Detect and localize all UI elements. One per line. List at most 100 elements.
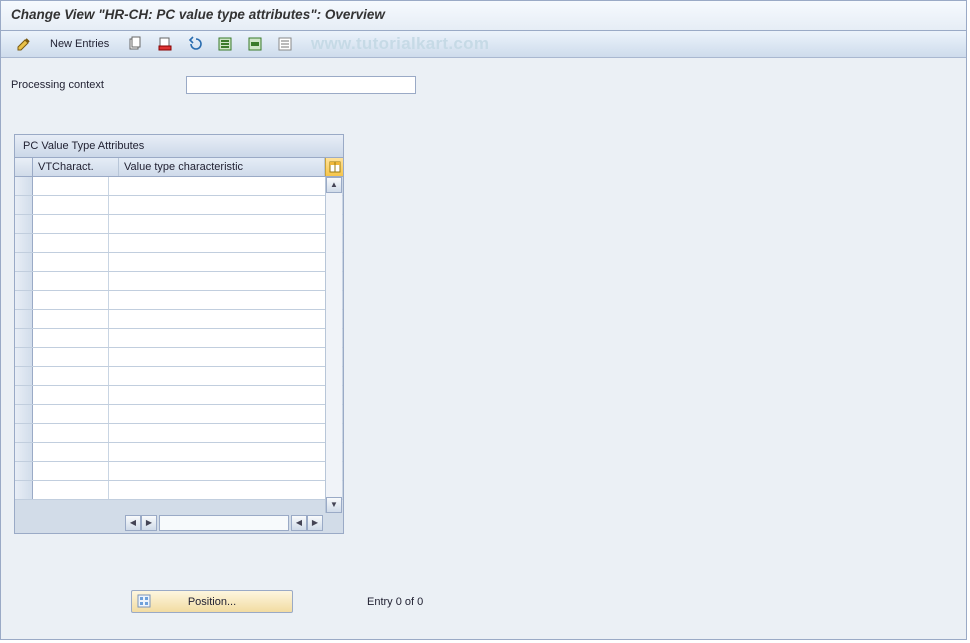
table-row — [15, 405, 343, 424]
vertical-scroll-track[interactable] — [326, 193, 342, 497]
cell-value-type-characteristic[interactable] — [109, 405, 343, 423]
deselect-all-icon[interactable] — [272, 33, 298, 55]
select-all-rows-handle[interactable] — [15, 158, 33, 176]
delete-icon[interactable] — [152, 33, 178, 55]
cell-vtcharact[interactable] — [33, 481, 109, 499]
row-selector[interactable] — [15, 253, 33, 271]
cell-vtcharact[interactable] — [33, 443, 109, 461]
cell-value-type-characteristic[interactable] — [109, 177, 343, 195]
cell-value-type-characteristic[interactable] — [109, 348, 343, 366]
cell-value-type-characteristic[interactable] — [109, 234, 343, 252]
position-label: Position... — [188, 596, 236, 608]
column-header-vtcharact[interactable]: VTCharact. — [33, 158, 119, 176]
processing-context-row: Processing context — [1, 60, 966, 94]
cell-vtcharact[interactable] — [33, 462, 109, 480]
row-selector[interactable] — [15, 367, 33, 385]
row-selector[interactable] — [15, 443, 33, 461]
column-header-label: VTCharact. — [38, 161, 94, 173]
cell-value-type-characteristic[interactable] — [109, 462, 343, 480]
row-selector[interactable] — [15, 462, 33, 480]
scroll-col-left-button[interactable]: ◀ — [125, 515, 141, 531]
cell-vtcharact[interactable] — [33, 177, 109, 195]
table-row — [15, 462, 343, 481]
cell-vtcharact[interactable] — [33, 272, 109, 290]
row-selector[interactable] — [15, 177, 33, 195]
row-selector[interactable] — [15, 291, 33, 309]
cell-vtcharact[interactable] — [33, 310, 109, 328]
scroll-page-left-button[interactable]: ◀ — [291, 515, 307, 531]
row-selector[interactable] — [15, 386, 33, 404]
table-row — [15, 424, 343, 443]
cell-vtcharact[interactable] — [33, 367, 109, 385]
column-header-row: VTCharact. Value type characteristic — [15, 158, 343, 177]
cell-vtcharact[interactable] — [33, 196, 109, 214]
select-all-icon[interactable] — [212, 33, 238, 55]
cell-vtcharact[interactable] — [33, 253, 109, 271]
table-row — [15, 234, 343, 253]
cell-value-type-characteristic[interactable] — [109, 310, 343, 328]
row-selector[interactable] — [15, 405, 33, 423]
row-selector[interactable] — [15, 196, 33, 214]
row-selector[interactable] — [15, 481, 33, 499]
pc-value-type-table: PC Value Type Attributes VTCharact. Valu… — [14, 134, 344, 534]
undo-icon[interactable] — [182, 33, 208, 55]
position-icon — [136, 593, 152, 609]
grid-body — [15, 177, 343, 513]
table-title: PC Value Type Attributes — [15, 135, 343, 158]
new-entries-button[interactable]: New Entries — [41, 33, 118, 55]
content-area: Processing context PC Value Type Attribu… — [1, 60, 966, 639]
cell-vtcharact[interactable] — [33, 215, 109, 233]
scroll-page-right-button[interactable]: ▶ — [307, 515, 323, 531]
column-header-label: Value type characteristic — [124, 161, 243, 173]
cell-value-type-characteristic[interactable] — [109, 329, 343, 347]
row-selector[interactable] — [15, 234, 33, 252]
page-title: Change View "HR-CH: PC value type attrib… — [11, 7, 385, 22]
row-selector[interactable] — [15, 310, 33, 328]
horizontal-scrollbar: ◀ ▶ ◀ ▶ — [15, 515, 343, 531]
table-row — [15, 291, 343, 310]
table-row — [15, 215, 343, 234]
table-row — [15, 310, 343, 329]
position-button[interactable]: Position... — [131, 590, 293, 613]
cell-vtcharact[interactable] — [33, 405, 109, 423]
row-selector[interactable] — [15, 329, 33, 347]
cell-value-type-characteristic[interactable] — [109, 196, 343, 214]
cell-value-type-characteristic[interactable] — [109, 253, 343, 271]
row-selector[interactable] — [15, 215, 33, 233]
processing-context-input[interactable] — [186, 76, 416, 94]
column-header-value-type-characteristic[interactable]: Value type characteristic — [119, 158, 325, 176]
cell-value-type-characteristic[interactable] — [109, 481, 343, 499]
cell-vtcharact[interactable] — [33, 329, 109, 347]
cell-value-type-characteristic[interactable] — [109, 443, 343, 461]
copy-as-icon[interactable] — [122, 33, 148, 55]
cell-vtcharact[interactable] — [33, 291, 109, 309]
cell-vtcharact[interactable] — [33, 348, 109, 366]
table-row — [15, 196, 343, 215]
scroll-col-right-button[interactable]: ▶ — [141, 515, 157, 531]
cell-vtcharact[interactable] — [33, 234, 109, 252]
table-row — [15, 177, 343, 196]
row-selector[interactable] — [15, 348, 33, 366]
entry-counter: Entry 0 of 0 — [367, 596, 423, 608]
select-block-icon[interactable] — [242, 33, 268, 55]
table-row — [15, 367, 343, 386]
application-toolbar: New Entries www.tutorialkart.com — [1, 31, 966, 58]
cell-value-type-characteristic[interactable] — [109, 291, 343, 309]
row-selector[interactable] — [15, 424, 33, 442]
table-row — [15, 386, 343, 405]
table-row — [15, 348, 343, 367]
toggle-change-icon[interactable] — [11, 33, 37, 55]
table-row — [15, 253, 343, 272]
cell-value-type-characteristic[interactable] — [109, 272, 343, 290]
horizontal-scroll-track[interactable] — [159, 515, 289, 531]
row-selector[interactable] — [15, 272, 33, 290]
scroll-up-button[interactable]: ▲ — [326, 177, 342, 193]
cell-value-type-characteristic[interactable] — [109, 367, 343, 385]
cell-value-type-characteristic[interactable] — [109, 424, 343, 442]
cell-value-type-characteristic[interactable] — [109, 215, 343, 233]
cell-value-type-characteristic[interactable] — [109, 386, 343, 404]
scroll-down-button[interactable]: ▼ — [326, 497, 342, 513]
cell-vtcharact[interactable] — [33, 386, 109, 404]
cell-vtcharact[interactable] — [33, 424, 109, 442]
table-settings-icon[interactable] — [325, 158, 343, 176]
